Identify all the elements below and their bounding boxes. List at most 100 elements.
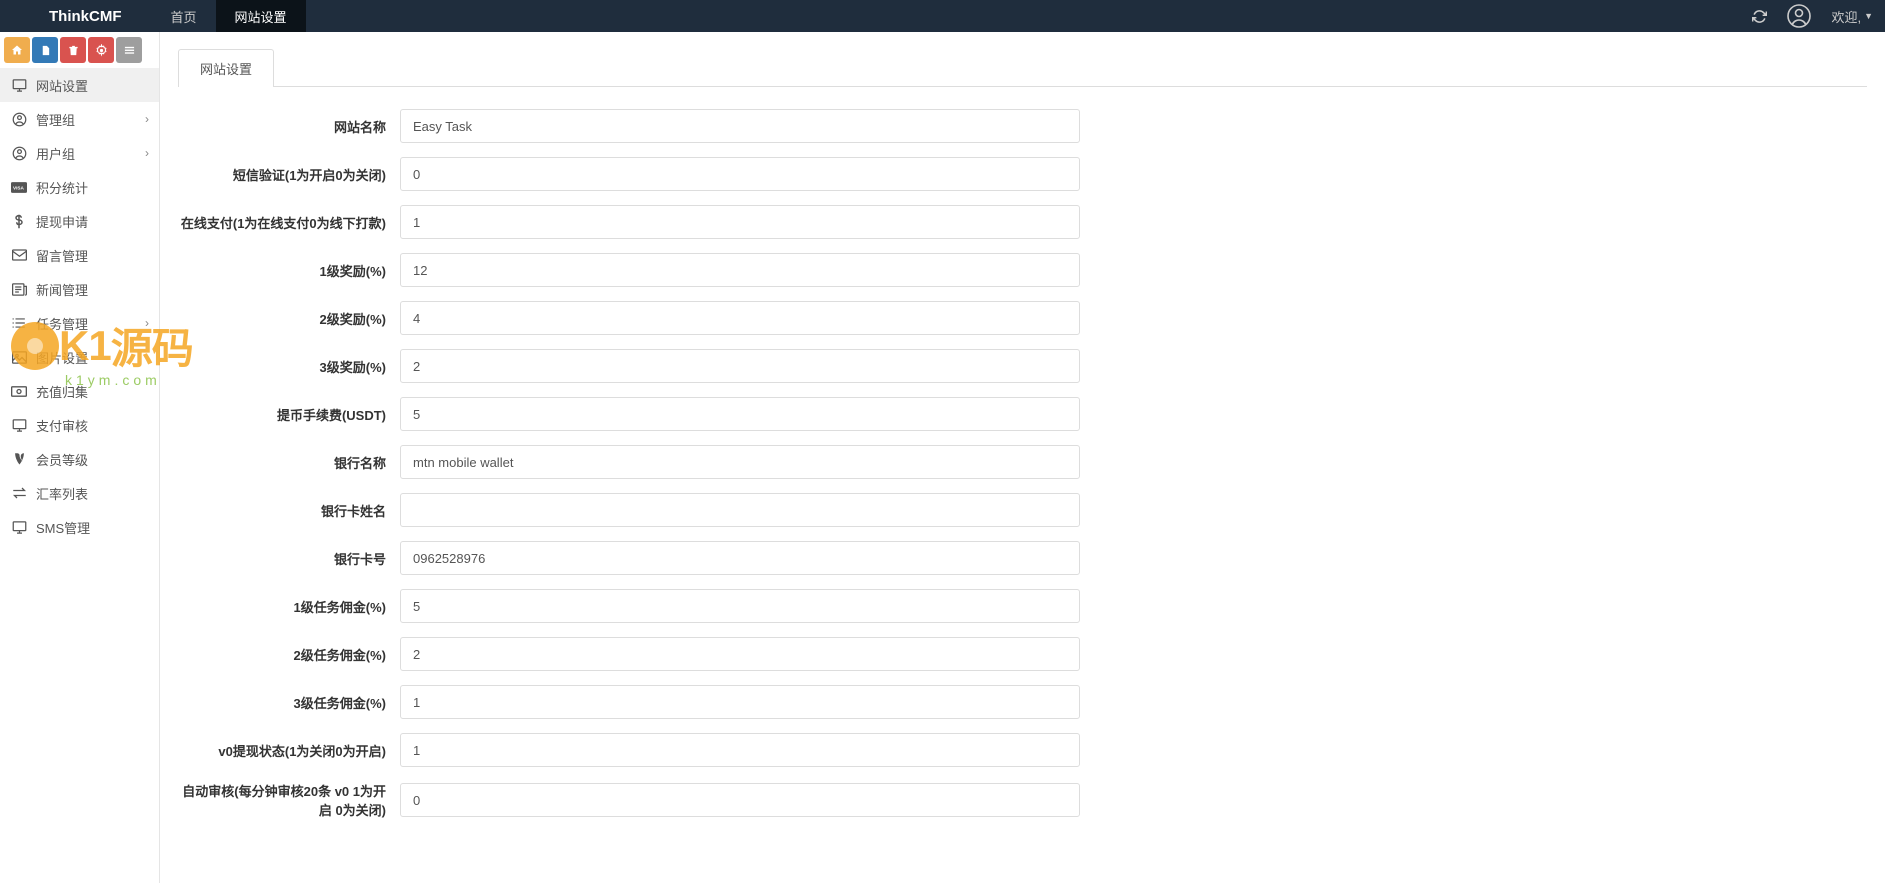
sidebar-item-tasks[interactable]: 任务管理 ›	[0, 306, 159, 340]
user-circle-icon	[10, 110, 28, 128]
sidebar-item-member-level[interactable]: 会员等级	[0, 442, 159, 476]
form-row: 3级奖励(%)	[178, 349, 1867, 383]
monitor-icon	[10, 76, 28, 94]
input-v0-withdraw[interactable]	[400, 733, 1080, 767]
input-reward2[interactable]	[400, 301, 1080, 335]
image-icon	[10, 348, 28, 366]
content-area: 网站设置 网站名称 短信验证(1为开启0为关闭) 在线支付(1为在线支付0为线下…	[160, 32, 1885, 883]
sidebar-item-label: 新闻管理	[36, 280, 88, 299]
sidebar-item-site-settings[interactable]: 网站设置	[0, 68, 159, 102]
sidebar-item-user-group[interactable]: 用户组 ›	[0, 136, 159, 170]
nav-site-settings[interactable]: 网站设置	[216, 0, 306, 32]
sidebar-item-label: 积分统计	[36, 178, 88, 197]
chevron-right-icon: ›	[145, 146, 149, 160]
home-icon[interactable]	[4, 37, 30, 63]
sidebar: 网站设置 管理组 › 用户组 › VISA 积分统计 提现申请	[0, 32, 160, 883]
input-site-name[interactable]	[400, 109, 1080, 143]
input-fee[interactable]	[400, 397, 1080, 431]
form-label-bank-name: 银行名称	[178, 453, 400, 472]
gear-icon[interactable]	[88, 37, 114, 63]
list-icon	[10, 314, 28, 332]
input-commission3[interactable]	[400, 685, 1080, 719]
sidebar-item-points[interactable]: VISA 积分统计	[0, 170, 159, 204]
sidebar-item-recharge[interactable]: 充值归集	[0, 374, 159, 408]
sidebar-item-messages[interactable]: 留言管理	[0, 238, 159, 272]
sidebar-item-rates[interactable]: 汇率列表	[0, 476, 159, 510]
form-row: 短信验证(1为开启0为关闭)	[178, 157, 1867, 191]
form-label-reward2: 2级奖励(%)	[178, 309, 400, 328]
form-label-bank-holder: 银行卡姓名	[178, 501, 400, 520]
exchange-icon	[10, 484, 28, 502]
input-bank-name[interactable]	[400, 445, 1080, 479]
input-sms[interactable]	[400, 157, 1080, 191]
news-icon	[10, 280, 28, 298]
tab-site-settings[interactable]: 网站设置	[178, 49, 274, 87]
sidebar-item-label: 汇率列表	[36, 484, 88, 503]
input-online-pay[interactable]	[400, 205, 1080, 239]
monitor-icon	[10, 416, 28, 434]
welcome-dropdown[interactable]: 欢迎, ▼	[1831, 7, 1873, 26]
form-row: 2级任务佣金(%)	[178, 637, 1867, 671]
form-row: 自动审核(每分钟审核20条 v0 1为开启 0为关闭)	[178, 781, 1867, 819]
tab-bar: 网站设置	[178, 48, 1867, 87]
top-header: ThinkCMF 首页 网站设置 欢迎, ▼	[0, 0, 1885, 32]
avatar-icon[interactable]	[1787, 4, 1811, 28]
top-nav: 首页 网站设置	[152, 0, 306, 32]
form-label-commission3: 3级任务佣金(%)	[178, 693, 400, 712]
sidebar-item-news[interactable]: 新闻管理	[0, 272, 159, 306]
user-circle-icon	[10, 144, 28, 162]
form-row: 在线支付(1为在线支付0为线下打款)	[178, 205, 1867, 239]
monitor-icon	[10, 518, 28, 536]
welcome-label: 欢迎,	[1831, 7, 1861, 26]
dollar-icon	[10, 212, 28, 230]
input-auto-audit[interactable]	[400, 783, 1080, 817]
form-label-commission1: 1级任务佣金(%)	[178, 597, 400, 616]
sidebar-item-label: 管理组	[36, 110, 75, 129]
mail-icon	[10, 246, 28, 264]
input-reward3[interactable]	[400, 349, 1080, 383]
input-reward1[interactable]	[400, 253, 1080, 287]
sidebar-item-label: 留言管理	[36, 246, 88, 265]
input-bank-card[interactable]	[400, 541, 1080, 575]
form-row: 银行卡号	[178, 541, 1867, 575]
sidebar-item-label: 网站设置	[36, 76, 88, 95]
sidebar-item-admin-group[interactable]: 管理组 ›	[0, 102, 159, 136]
nav-home[interactable]: 首页	[152, 0, 216, 32]
form-label-fee: 提币手续费(USDT)	[178, 405, 400, 424]
sidebar-item-pay-audit[interactable]: 支付审核	[0, 408, 159, 442]
sidebar-item-images[interactable]: 图片设置	[0, 340, 159, 374]
form-label-v0-withdraw: v0提现状态(1为关闭0为开启)	[178, 741, 400, 760]
visa-icon: VISA	[10, 178, 28, 196]
input-commission1[interactable]	[400, 589, 1080, 623]
form-label-reward3: 3级奖励(%)	[178, 357, 400, 376]
sidebar-item-label: 任务管理	[36, 314, 88, 333]
side-menu: 网站设置 管理组 › 用户组 › VISA 积分统计 提现申请	[0, 68, 159, 883]
form-row: 提币手续费(USDT)	[178, 397, 1867, 431]
form-row: 银行名称	[178, 445, 1867, 479]
sidebar-item-label: 会员等级	[36, 450, 88, 469]
form-label-sms: 短信验证(1为开启0为关闭)	[178, 165, 400, 184]
main-wrap: 网站设置 管理组 › 用户组 › VISA 积分统计 提现申请	[0, 32, 1885, 883]
chevron-right-icon: ›	[145, 112, 149, 126]
quick-toolbar	[0, 32, 159, 68]
refresh-icon[interactable]	[1752, 9, 1767, 24]
form-row: 1级奖励(%)	[178, 253, 1867, 287]
trash-icon[interactable]	[60, 37, 86, 63]
sidebar-item-sms[interactable]: SMS管理	[0, 510, 159, 544]
sidebar-item-withdraw[interactable]: 提现申请	[0, 204, 159, 238]
form-row: 2级奖励(%)	[178, 301, 1867, 335]
sidebar-item-label: 用户组	[36, 144, 75, 163]
chevron-down-icon: ▼	[1864, 11, 1873, 21]
form-row: 1级任务佣金(%)	[178, 589, 1867, 623]
input-bank-holder[interactable]	[400, 493, 1080, 527]
vine-icon	[10, 450, 28, 468]
sidebar-item-label: 提现申请	[36, 212, 88, 231]
sidebar-item-label: SMS管理	[36, 518, 90, 537]
list-icon[interactable]	[116, 37, 142, 63]
file-icon[interactable]	[32, 37, 58, 63]
form-label-commission2: 2级任务佣金(%)	[178, 645, 400, 664]
form-row: 网站名称	[178, 109, 1867, 143]
form-label-site-name: 网站名称	[178, 117, 400, 136]
input-commission2[interactable]	[400, 637, 1080, 671]
form-label-bank-card: 银行卡号	[178, 549, 400, 568]
